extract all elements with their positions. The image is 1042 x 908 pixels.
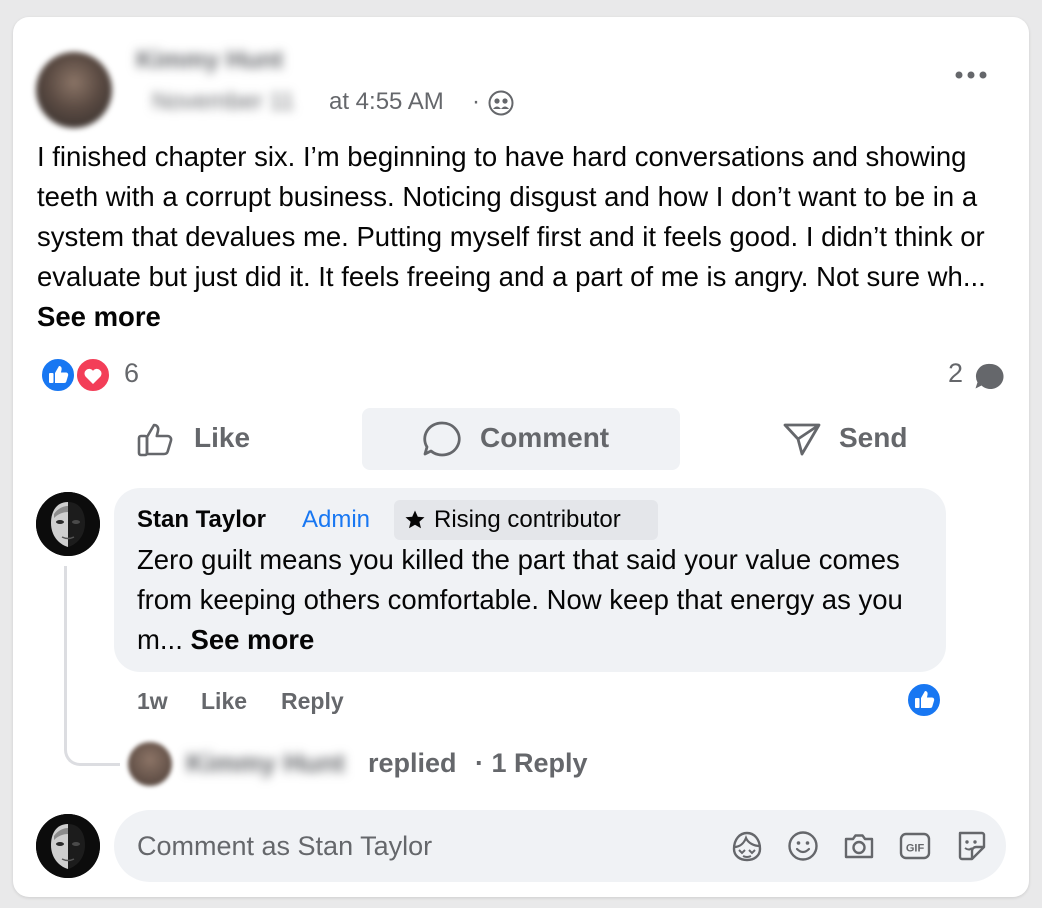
comment-label: Comment xyxy=(480,422,610,453)
comment-reply-button[interactable]: Reply xyxy=(281,688,344,715)
rising-contributor-badge[interactable]: Rising contributor xyxy=(394,500,658,540)
comment-timestamp[interactable]: 1w xyxy=(137,688,168,715)
comment-count[interactable]: 2 xyxy=(948,358,963,389)
post-date[interactable]: November 11 xyxy=(152,88,294,116)
comment-bubble-icon[interactable] xyxy=(974,362,1006,392)
like-reaction-icon[interactable] xyxy=(906,682,942,718)
star-icon xyxy=(405,510,425,529)
comment-text: Zero guilt means you killed the part tha… xyxy=(137,540,927,660)
send-label: Send xyxy=(839,422,908,453)
reactions-icons[interactable] xyxy=(40,357,114,393)
comment-like-button[interactable]: Like xyxy=(201,688,247,715)
send-button[interactable]: Send xyxy=(772,408,932,470)
avatar xyxy=(36,814,100,878)
emoji-icon[interactable] xyxy=(786,829,820,863)
like-label: Like xyxy=(194,422,251,453)
admin-badge[interactable]: Admin xyxy=(302,506,370,534)
post-see-more-link[interactable]: See more xyxy=(37,301,161,332)
like-button[interactable]: Like xyxy=(130,408,290,470)
post-text: I finished chapter six. I’m beginning to… xyxy=(37,141,986,292)
rising-contributor-label: Rising contributor xyxy=(434,506,621,533)
avatar xyxy=(36,492,100,556)
more-options-icon[interactable] xyxy=(954,66,988,84)
svg-text:GIF: GIF xyxy=(906,843,925,855)
reaction-count[interactable]: 6 xyxy=(124,358,139,389)
reply-thread-line xyxy=(64,566,120,766)
view-replies-link[interactable]: · 1 Reply xyxy=(475,748,588,779)
composer-avatar[interactable] xyxy=(36,814,100,878)
post-meta-separator: · xyxy=(472,88,480,115)
author-avatar[interactable] xyxy=(36,52,112,128)
camera-icon[interactable] xyxy=(842,829,876,863)
avatar-sticker-icon[interactable] xyxy=(730,829,764,863)
post-body: I finished chapter six. I’m beginning to… xyxy=(37,137,1012,337)
send-icon xyxy=(783,423,821,456)
commenter-avatar[interactable] xyxy=(36,492,100,556)
like-reaction-icon xyxy=(40,357,76,393)
gif-icon[interactable]: GIF xyxy=(898,829,932,863)
audience-group-icon[interactable] xyxy=(488,90,514,116)
comment-icon xyxy=(423,421,461,457)
author-name[interactable]: Kimmy Hunt xyxy=(136,46,283,75)
comment-see-more-link[interactable]: See more xyxy=(190,624,314,655)
comment-button[interactable]: Comment xyxy=(362,408,680,470)
post-time[interactable]: at 4:55 AM xyxy=(329,88,444,116)
thumbs-up-icon xyxy=(137,423,173,457)
love-reaction-icon xyxy=(75,357,111,393)
replied-text[interactable]: replied xyxy=(368,748,457,779)
replier-name[interactable]: Kimmy Hunt xyxy=(186,748,345,779)
replier-avatar[interactable] xyxy=(128,742,172,786)
commenter-name[interactable]: Stan Taylor xyxy=(137,506,266,534)
sticker-icon[interactable] xyxy=(954,829,988,863)
